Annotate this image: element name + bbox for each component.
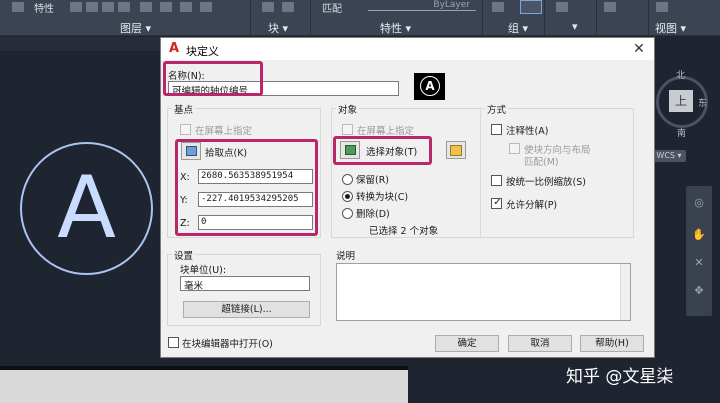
layer-tool-icon[interactable] bbox=[180, 2, 192, 12]
viewcube[interactable]: 北 东 南 上 bbox=[652, 70, 712, 162]
ribbon-properties-fragment: 特性 bbox=[34, 4, 54, 15]
block-unit-combo[interactable]: 毫米 ⌄ bbox=[180, 276, 310, 292]
ribbon-section-block[interactable]: 块 ▾ bbox=[268, 20, 288, 36]
group-select-button[interactable] bbox=[520, 0, 542, 14]
highlight-base-point bbox=[175, 139, 318, 236]
layer-tool-icon[interactable] bbox=[86, 2, 98, 12]
highlight-name-field bbox=[163, 61, 263, 96]
layer-tool-icon[interactable] bbox=[70, 2, 82, 12]
scale-uniformly-checkbox[interactable] bbox=[491, 175, 502, 186]
convert-to-block-label: 转换为块(C) bbox=[356, 192, 409, 203]
match-properties-icon[interactable] bbox=[12, 2, 24, 12]
close-icon[interactable]: ✕ bbox=[629, 40, 649, 58]
block-tool-icon[interactable] bbox=[282, 2, 294, 12]
behavior-group bbox=[480, 108, 634, 238]
convert-to-block-radio[interactable] bbox=[342, 191, 353, 202]
ribbon-separator bbox=[544, 0, 545, 36]
ribbon-section-utilities[interactable]: ▾ bbox=[572, 20, 578, 33]
linetype-combo[interactable]: ByLayer bbox=[368, 1, 476, 11]
utility-tool-icon[interactable] bbox=[556, 2, 568, 12]
layer-tool-icon[interactable] bbox=[140, 2, 152, 12]
view-tool-icon[interactable] bbox=[604, 2, 616, 12]
open-in-editor-label: 在块编辑器中打开(O) bbox=[182, 339, 273, 350]
hyperlink-button[interactable]: 超链接(L)... bbox=[183, 301, 310, 318]
match-orientation-checkbox[interactable] bbox=[509, 143, 520, 154]
axis-number-letter: A bbox=[57, 158, 116, 258]
annotative-checkbox[interactable] bbox=[491, 124, 502, 135]
layer-tool-icon[interactable] bbox=[118, 2, 130, 12]
retain-radio[interactable] bbox=[342, 174, 353, 185]
ribbon-separator bbox=[596, 0, 597, 36]
delete-radio[interactable] bbox=[342, 208, 353, 219]
ribbon-match-fragment: 匹配 bbox=[322, 4, 342, 15]
chevron-down-icon[interactable]: ⌄ bbox=[184, 277, 198, 290]
allow-exploding-label: 允许分解(P) bbox=[506, 200, 558, 211]
layer-tool-icon[interactable] bbox=[160, 2, 172, 12]
ribbon-section-properties[interactable]: 特性 ▾ bbox=[380, 20, 411, 36]
open-in-editor-checkbox[interactable] bbox=[168, 337, 179, 348]
scale-uniformly-label: 按统一比例缩放(S) bbox=[506, 177, 586, 188]
ribbon-separator bbox=[250, 0, 251, 36]
objects-specify-on-screen-label: 在屏幕上指定 bbox=[357, 126, 415, 137]
group-tool-icon[interactable] bbox=[492, 2, 504, 12]
help-button[interactable]: 帮助(H) bbox=[580, 335, 644, 352]
viewcube-top-face[interactable]: 上 bbox=[669, 90, 693, 112]
ribbon-separator bbox=[648, 0, 649, 36]
steering-wheel-icon[interactable]: ◎ bbox=[691, 196, 707, 210]
ribbon: 特性 匹配 ByLayer 图层 ▾ 块 ▾ 特性 ▾ 组 ▾ ▾ 视图 ▾ bbox=[0, 0, 720, 36]
radio-selected-dot bbox=[345, 194, 350, 199]
ok-button[interactable]: 确定 bbox=[435, 335, 499, 352]
file-tab-strip bbox=[0, 37, 160, 51]
settings-title: 设置 bbox=[172, 248, 196, 262]
allow-exploding-checkbox[interactable]: ✓ bbox=[491, 197, 502, 209]
selected-count: 已选择 2 个对象 bbox=[369, 226, 439, 237]
dialog-title-bar[interactable]: A 块定义 ✕ bbox=[161, 38, 654, 60]
wcs-menu[interactable]: WCS ▾ bbox=[652, 150, 686, 162]
base-point-title: 基点 bbox=[172, 102, 196, 116]
block-preview: A bbox=[414, 73, 445, 100]
ribbon-separator bbox=[310, 0, 311, 36]
base-specify-on-screen-checkbox[interactable] bbox=[180, 124, 191, 135]
base-specify-on-screen-label: 在屏幕上指定 bbox=[195, 126, 253, 137]
dialog-title: 块定义 bbox=[186, 45, 219, 58]
view-tool-icon[interactable] bbox=[656, 2, 668, 12]
viewcube-south[interactable]: 南 bbox=[677, 126, 686, 139]
navigation-bar: ◎ ✋ ✕ ✥ bbox=[686, 186, 712, 316]
checkmark-icon: ✓ bbox=[493, 197, 502, 208]
viewcube-east[interactable]: 东 bbox=[698, 96, 707, 109]
objects-title: 对象 bbox=[336, 102, 360, 116]
description-textarea[interactable] bbox=[336, 263, 631, 321]
block-definition-dialog: A 块定义 ✕ 名称(N): 可编辑的轴位编号 ⌄ A 基点 在屏幕上指定 拾取… bbox=[160, 37, 655, 358]
quick-select-icon bbox=[450, 145, 462, 156]
preview-block-glyph: A bbox=[420, 76, 440, 96]
retain-label: 保留(R) bbox=[356, 175, 390, 186]
zoom-icon[interactable]: ✕ bbox=[691, 256, 707, 270]
block-tool-icon[interactable] bbox=[262, 2, 274, 12]
behavior-title: 方式 bbox=[485, 102, 509, 116]
quick-select-button[interactable] bbox=[446, 141, 466, 159]
cancel-button[interactable]: 取消 bbox=[508, 335, 572, 352]
layer-tool-icon[interactable] bbox=[200, 2, 212, 12]
annotative-label: 注释性(A) bbox=[506, 126, 549, 137]
match-orientation-label-2: 匹配(M) bbox=[524, 157, 559, 168]
ribbon-separator bbox=[482, 0, 483, 36]
delete-label: 删除(D) bbox=[356, 209, 390, 220]
autocad-logo-icon: A bbox=[169, 41, 180, 56]
viewcube-north[interactable]: 北 bbox=[676, 68, 685, 81]
pan-icon[interactable]: ✋ bbox=[691, 228, 707, 242]
objects-specify-on-screen-checkbox[interactable] bbox=[342, 124, 353, 135]
description-title: 说明 bbox=[336, 251, 356, 262]
watermark: 知乎 @文星柒 bbox=[566, 367, 674, 387]
ribbon-section-groups[interactable]: 组 ▾ bbox=[508, 20, 528, 36]
ribbon-section-layers[interactable]: 图层 ▾ bbox=[120, 20, 151, 36]
highlight-select-objects bbox=[333, 136, 432, 165]
bottom-panel bbox=[0, 366, 408, 403]
description-scrollbar[interactable] bbox=[620, 264, 630, 320]
ribbon-section-view[interactable]: 视图 ▾ bbox=[655, 20, 686, 36]
orbit-icon[interactable]: ✥ bbox=[691, 284, 707, 298]
layer-tool-icon[interactable] bbox=[102, 2, 114, 12]
block-unit-label: 块单位(U): bbox=[180, 265, 227, 276]
